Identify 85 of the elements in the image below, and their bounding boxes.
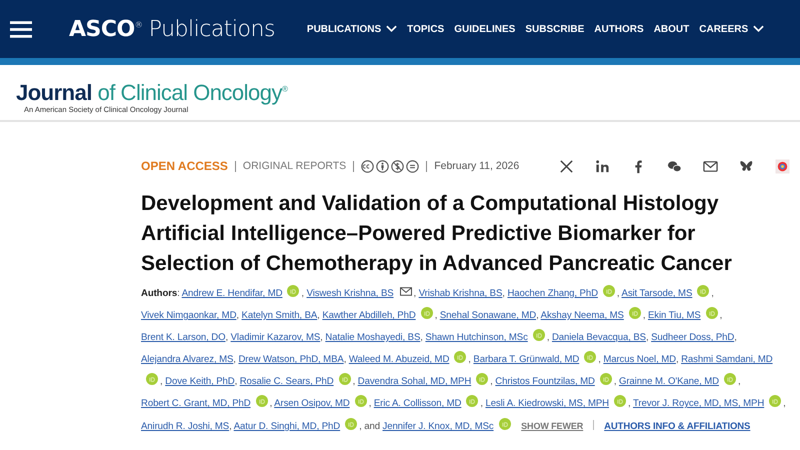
author-list: Authors: Andrew E. Hendifar, MD , Viswesh Krishna, BS , Vrishab Krishna, BS, Haochen Zhang, PhD , Asit Tarsode, MS , Vivek Nimgaonkar, MD, Katelyn Smith, BA, Kawther Abdilleh, PhD , Snehal Sonawane, MD, Akshay Neema, MS , Ekin Tiu, MS , Brent K. Larson, DO, Vladimir Kazarov, MS, Natalie Moshayedi, BS, Shawn Hutchinson, MSc , Daniela Bevacqua, BS, Sudheer Doss, PhD, Alejandra Alvarez, MS, Drew Watson, PhD, MBA, Waleed M. Abuzeid, MD , Barbara T. Grünwald, MD , Marcus Noel, MD, Rashmi Samdani, MD , Dove Keith, PhD, Rosalie C. Sears, PhD , Davendra Sohal, MD, MPH , Christos Fountzilas, MD , Grainne M. O'Kane, MD , Robert C. Grant, MD, PhD , Arsen Osipov, MD , Eric A. Collisson, MD , Lesli A. Kiedrowski, MS, MPH , Trevor J. Royce, MD, MS, MPH , Anirudh R. Joshi, MS, Aatur D. Singhi, MD, PhD , and Jennifer J. Knox, MD, MSc SHOW FEWER AUTHORS INFO & AFFILIATIONS [141, 283, 790, 438]
author-link[interactable]: Katelyn Smith, BA [242, 310, 318, 321]
nav-link[interactable]: ABOUT [654, 24, 690, 34]
linkedin-logo-icon[interactable] [595, 158, 610, 174]
x-logo-icon[interactable] [559, 158, 574, 174]
author-link[interactable]: Lesli A. Kiedrowski, MS, MPH [485, 398, 610, 409]
orcid-icon[interactable] [614, 395, 626, 407]
author-link[interactable]: Robert C. Grant, MD, PhD [141, 398, 251, 409]
author-link[interactable]: Brent K. Larson, DO [141, 332, 226, 343]
nav-link[interactable]: AUTHORS [594, 24, 644, 34]
nav-link[interactable]: TOPICS [407, 24, 444, 34]
equals-icon [406, 160, 420, 172]
orcid-icon[interactable] [466, 395, 478, 407]
author-link[interactable]: Ekin Tiu, MS [648, 310, 701, 321]
author-link[interactable]: Shawn Hutchinson, MSc [425, 332, 528, 343]
author-link[interactable]: Arsen Osipov, MD [274, 398, 350, 409]
orcid-icon[interactable] [769, 395, 782, 407]
menu-icon[interactable] [10, 20, 32, 38]
orcid-icon[interactable] [697, 285, 710, 297]
journal-logo[interactable]: Journal of Clinical Oncology$^{®}$ [16, 80, 288, 106]
publication-date: February 11, 2026 [434, 160, 520, 172]
author-link[interactable]: Snehal Sonawane, MD [440, 310, 536, 321]
author-link[interactable]: Dove Keith, PhD [165, 376, 235, 387]
nav-link[interactable]: PUBLICATIONS [306, 24, 398, 34]
mail-icon[interactable] [400, 287, 412, 296]
author-link[interactable]: Sudheer Doss, PhD [651, 332, 734, 343]
author-link[interactable]: Daniela Bevacqua, BS [552, 332, 646, 343]
author-link[interactable]: Grainne M. O'Kane, MD [618, 376, 719, 387]
author-link[interactable]: Waleed M. Abuzeid, MD [348, 354, 450, 365]
orcid-icon[interactable] [602, 285, 615, 297]
author-link[interactable]: Alejandra Alvarez, MS [141, 354, 234, 365]
author-link[interactable]: Vladimir Kazarov, MS [230, 332, 320, 343]
author-link[interactable]: Rosalie C. Sears, PhD [240, 376, 334, 387]
orcid-icon[interactable] [345, 418, 358, 430]
butterfly-icon[interactable] [739, 158, 754, 174]
orcid-icon[interactable] [584, 351, 596, 363]
orcid-icon[interactable] [338, 373, 351, 385]
author-link[interactable]: Akshay Neema, MS [540, 310, 624, 321]
orcid-icon[interactable] [354, 395, 367, 407]
nav-link[interactable]: CAREERS [699, 24, 764, 34]
author-link[interactable]: Haochen Zhang, PhD [507, 288, 598, 299]
nav-link[interactable]: SUBSCRIBE [525, 24, 584, 34]
orcid-icon[interactable] [706, 307, 718, 319]
author-link[interactable]: Aatur D. Singhi, MD, PhD [234, 421, 340, 432]
author-link[interactable]: Rashmi Samdani, MD [681, 354, 773, 365]
orcid-icon[interactable] [420, 307, 433, 319]
wechat-logo-icon[interactable] [667, 158, 682, 174]
orcid-icon[interactable] [287, 285, 300, 297]
author-link[interactable]: Drew Watson, PhD, MBA [238, 354, 344, 365]
author-link[interactable]: Andrew E. Hendifar, MD [182, 288, 282, 299]
orcid-icon[interactable] [146, 373, 158, 385]
orcid-icon[interactable] [256, 395, 268, 407]
orcid-icon[interactable] [476, 373, 488, 385]
orcid-icon[interactable] [498, 418, 511, 430]
author-link[interactable]: Marcus Noel, MD [603, 354, 676, 365]
site-logo[interactable]: ASCO$^{®}$ Publications [69, 16, 275, 42]
section-label[interactable]: ORIGINAL REPORTS [242, 160, 346, 172]
open-access-label: OPEN ACCESS [141, 159, 228, 173]
author-link[interactable]: Davendra Sohal, MD, MPH [358, 376, 472, 387]
orcid-icon[interactable] [454, 351, 466, 363]
author-link[interactable]: Kawther Abdilleh, PhD [322, 310, 416, 321]
no-dollar-icon [391, 160, 404, 172]
article-title: Development and Validation of a Computational Histology Artificial Intelligence–Powered Predictive Biomarker for Selection of Chemotherapy in Advanced Pancreatic Cancer [141, 191, 733, 277]
author-link[interactable]: Asit Tarsode, MS [622, 288, 692, 299]
author-link[interactable]: Jennifer J. Knox, MD, MSc [382, 421, 494, 432]
person-icon [376, 160, 390, 172]
author-link[interactable]: Trevor J. Royce, MD, MS, MPH [632, 398, 764, 409]
show-fewer-link[interactable]: SHOW FEWER [521, 421, 584, 431]
nav-link[interactable]: GUIDELINES [454, 24, 516, 34]
author-link[interactable]: Natalie Moshayedi, BS [325, 332, 420, 343]
orcid-icon[interactable] [600, 373, 612, 385]
cc-license-icon [361, 160, 374, 172]
author-link[interactable]: Viswesh Krishna, BS [306, 288, 394, 299]
mail-icon[interactable] [703, 158, 718, 174]
orcid-icon[interactable] [724, 373, 736, 385]
orcid-icon[interactable] [628, 307, 641, 319]
author-link[interactable]: Vivek Nimgaonkar, MD [141, 310, 236, 321]
orcid-icon[interactable] [532, 329, 545, 341]
author-link[interactable]: Christos Fountzilas, MD [495, 376, 595, 387]
author-link[interactable]: Vrishab Krishna, BS [418, 288, 502, 299]
author-link[interactable]: Eric A. Collisson, MD [374, 398, 462, 409]
author-link[interactable]: Anirudh R. Joshi, MS [141, 421, 230, 432]
ring-badge-icon[interactable] [775, 158, 790, 174]
affiliations-link[interactable]: AUTHORS INFO & AFFILIATIONS [604, 421, 750, 432]
author-link[interactable]: Barbara T. Grünwald, MD [473, 354, 580, 365]
